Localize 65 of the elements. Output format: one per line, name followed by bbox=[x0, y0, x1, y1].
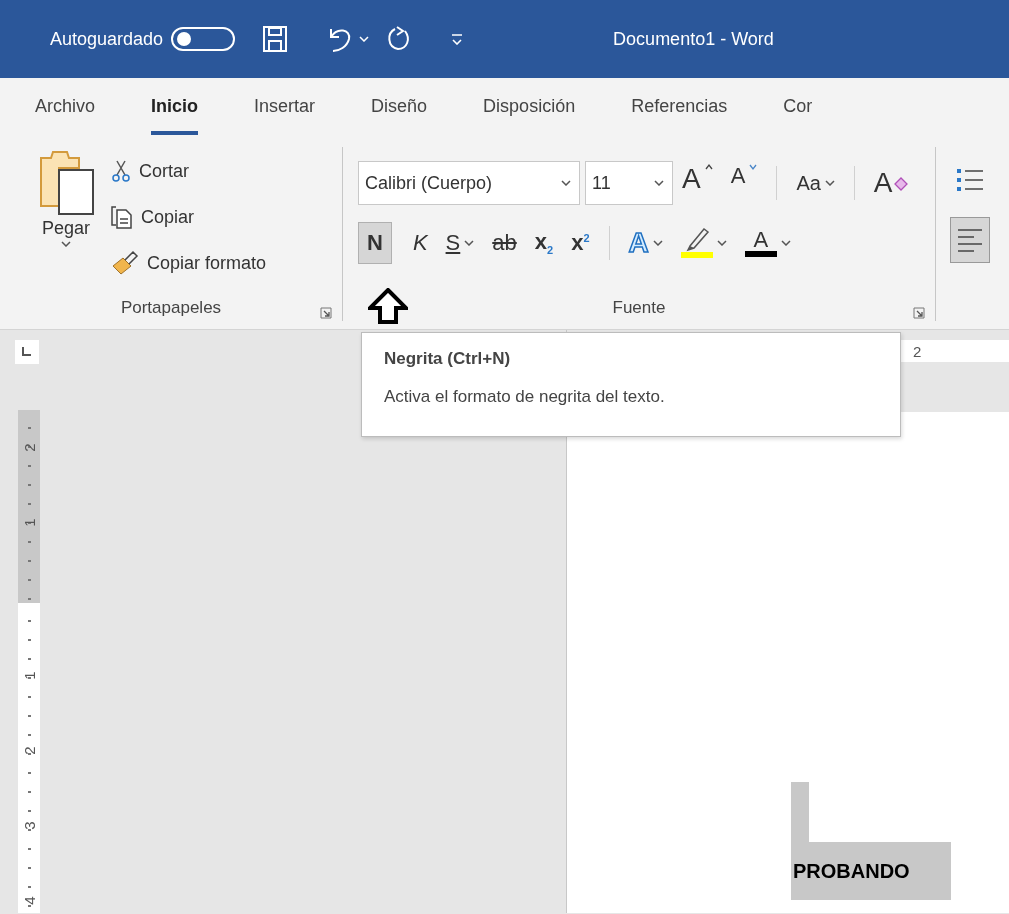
tooltip-title: Negrita (Ctrl+N) bbox=[384, 349, 512, 369]
subscript-button[interactable]: x$_{2}$ bbox=[525, 222, 563, 264]
caret-icon bbox=[359, 36, 370, 42]
clipboard-command[interactable]: Copiar formato bbox=[110, 245, 268, 281]
caret-icon bbox=[61, 241, 71, 247]
strikethrough-button[interactable]: ab bbox=[483, 222, 526, 264]
tab-stop-icon bbox=[22, 347, 32, 357]
down-caret-icon bbox=[749, 163, 758, 171]
tab-selector[interactable] bbox=[15, 340, 39, 364]
caret-icon bbox=[464, 240, 475, 246]
caret-icon bbox=[780, 240, 791, 246]
ruler-number: 1 bbox=[20, 518, 38, 527]
caret-icon bbox=[654, 180, 664, 186]
italic-button[interactable]: K bbox=[403, 222, 437, 264]
shrink-font-button[interactable]: A bbox=[721, 162, 767, 204]
up-arrow-icon bbox=[368, 288, 408, 324]
clear-formatting-button[interactable]: A bbox=[864, 162, 918, 204]
caret-icon bbox=[716, 240, 727, 246]
ruler-number: 4 bbox=[20, 896, 38, 905]
save-icon[interactable] bbox=[263, 26, 288, 52]
group-label: Fuente bbox=[612, 298, 666, 318]
eraser-icon bbox=[892, 175, 909, 191]
paintbrush-icon bbox=[111, 250, 139, 276]
font-name-field[interactable]: Calibri (Cuerpo) bbox=[358, 161, 580, 205]
ruler-number: 2 bbox=[20, 746, 38, 755]
superscript-button[interactable]: x$^{2}$ bbox=[562, 222, 599, 264]
change-case-button[interactable]: Aa bbox=[787, 162, 844, 204]
font-color-button[interactable]: A bbox=[735, 222, 800, 264]
ruler-number: 1 bbox=[20, 671, 38, 680]
redo-icon[interactable] bbox=[385, 25, 412, 53]
autosave-label: Autoguardado bbox=[50, 28, 164, 50]
document-text: PROBANDO bbox=[793, 859, 910, 883]
customize-menu-icon[interactable] bbox=[451, 33, 464, 45]
ruler-number: 3 bbox=[20, 821, 38, 830]
ribbon-tab[interactable]: Referencias bbox=[631, 78, 728, 135]
window-title: Documento1 - Word bbox=[613, 28, 774, 50]
up-caret-icon bbox=[704, 163, 713, 171]
paste-button[interactable]: Pegar bbox=[34, 147, 98, 295]
caret-icon bbox=[561, 180, 571, 186]
font-size-field[interactable]: 11 bbox=[585, 161, 673, 205]
copy-icon bbox=[111, 205, 133, 229]
align-left-icon bbox=[958, 227, 982, 253]
dialog-launcher-icon[interactable] bbox=[320, 307, 332, 319]
underline-button[interactable]: S bbox=[436, 222, 484, 264]
caret-icon bbox=[652, 240, 663, 246]
autosave-toggle[interactable] bbox=[171, 27, 236, 51]
align-left-button[interactable] bbox=[950, 217, 990, 263]
scissors-icon bbox=[111, 160, 131, 182]
ribbon-tab[interactable]: Archivo bbox=[35, 78, 96, 135]
bullet-list-icon bbox=[957, 168, 983, 192]
ribbon-tab[interactable]: Diseño bbox=[371, 78, 428, 135]
ribbon-tab[interactable]: Cor bbox=[783, 78, 813, 135]
dialog-launcher-icon[interactable] bbox=[913, 307, 925, 319]
caret-icon bbox=[824, 180, 835, 186]
group-label: Portapapeles bbox=[120, 298, 222, 318]
grow-font-button[interactable]: A bbox=[673, 162, 722, 204]
clipboard-icon bbox=[37, 148, 95, 216]
ribbon-tab[interactable]: Disposición bbox=[483, 78, 576, 135]
ruler-number: 2 bbox=[20, 443, 38, 452]
tooltip-description: Activa el formato de negrita del texto. bbox=[384, 387, 666, 407]
ruler-number: 2 bbox=[913, 342, 922, 360]
clipboard-command[interactable]: Copiar bbox=[110, 199, 268, 235]
bold-button[interactable]: N bbox=[358, 222, 392, 264]
clipboard-command[interactable]: Cortar bbox=[110, 153, 268, 189]
ribbon-tab[interactable]: Insertar bbox=[254, 78, 316, 135]
